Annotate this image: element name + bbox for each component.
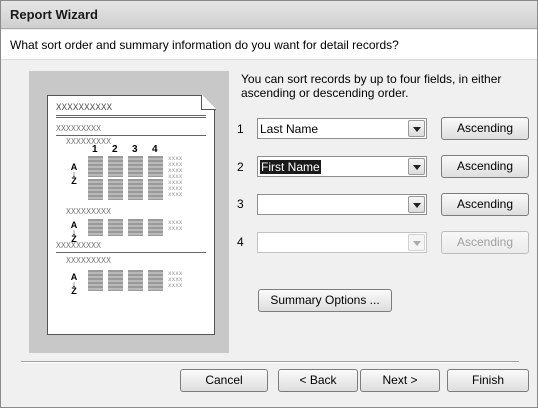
summary-options-button[interactable]: Summary Options ... [258, 289, 392, 312]
sort-row-number-3: 3 [237, 197, 244, 211]
preview-column-block [128, 156, 143, 177]
preview-summary-text: xxxx xxxx xxxx [168, 270, 183, 289]
preview-column-block [128, 179, 143, 200]
sort-row-number-4: 4 [237, 235, 244, 249]
preview-field-number-3: 3 [132, 144, 138, 155]
chevron-down-icon[interactable] [408, 158, 425, 175]
preview-column-block [108, 219, 123, 236]
chevron-down-icon[interactable] [408, 120, 425, 137]
window-title: Report Wizard [10, 7, 98, 22]
preview-column-block [88, 156, 103, 177]
preview-field-number-2: 2 [112, 144, 118, 155]
cancel-button[interactable]: Cancel [180, 369, 268, 392]
sort-field-combo-1[interactable]: Last Name [257, 118, 427, 139]
sort-row-number-1: 1 [237, 122, 244, 136]
preview-column-block [88, 219, 103, 236]
sort-glyph-a: A [70, 220, 78, 230]
preview-column-block [108, 179, 123, 200]
preview-group-rule-2 [56, 252, 206, 253]
sort-az-icon: A ↓ Z [70, 272, 78, 296]
footer-separator [21, 361, 519, 363]
chevron-down-icon[interactable] [408, 196, 425, 213]
sort-glyph-a: A [70, 272, 78, 282]
preview-field-number-1: 1 [92, 144, 98, 155]
sort-glyph-a: A [70, 162, 78, 172]
sort-glyph-z: Z [71, 286, 77, 296]
page-fold-icon [201, 95, 216, 110]
preview-subgroup-placeholder-2: XXXXXXXXX [66, 207, 112, 216]
chevron-down-icon[interactable] [408, 234, 425, 251]
preview-column-block [88, 179, 103, 200]
next-button[interactable]: Next > [360, 369, 440, 392]
preview-column-block [148, 219, 163, 236]
sort-order-button-1[interactable]: Ascending [441, 117, 529, 140]
report-wizard-dialog: Report Wizard What sort order and summar… [0, 0, 538, 408]
preview-summary-text: xxxx xxxx [168, 219, 183, 232]
header-question: What sort order and summary information … [10, 38, 399, 52]
sort-glyph-z: Z [71, 176, 77, 186]
sort-az-icon: A ↓ Z [70, 162, 78, 186]
preview-column-block [148, 179, 163, 200]
preview-subgroup-placeholder-3: XXXXXXXXX [66, 256, 112, 265]
sort-field-value-2: First Name [260, 160, 321, 174]
preview-group-rule-1 [56, 135, 206, 136]
preview-column-block [108, 270, 123, 291]
sort-order-button-3[interactable]: Ascending [441, 193, 529, 216]
sort-az-icon: A ↓ Z [70, 220, 78, 244]
preview-subgroup-placeholder-1: XXXXXXXXX [66, 137, 112, 146]
preview-column-block [148, 270, 163, 291]
preview-column-block [88, 270, 103, 291]
preview-field-number-4: 4 [152, 144, 158, 155]
preview-title-rule [56, 115, 206, 118]
sort-order-button-2[interactable]: Ascending [441, 155, 529, 178]
preview-column-block [128, 270, 143, 291]
preview-column-block [148, 156, 163, 177]
back-button[interactable]: < Back [278, 369, 358, 392]
preview-group-placeholder-2: XXXXXXXXX [56, 241, 102, 250]
sort-field-value-1: Last Name [260, 122, 319, 136]
report-preview-page: XXXXXXXXXX XXXXXXXXX XXXXXXXXX 1 2 3 4 A… [47, 95, 216, 335]
preview-column-block [128, 219, 143, 236]
title-bar[interactable]: Report Wizard [1, 1, 537, 29]
preview-group-placeholder-1: XXXXXXXXX [56, 124, 102, 133]
preview-column-block [108, 156, 123, 177]
sort-row-number-2: 2 [237, 160, 244, 174]
sort-instructions: You can sort records by up to four field… [241, 72, 502, 100]
header-panel: What sort order and summary information … [1, 30, 537, 60]
sort-order-button-4[interactable]: Ascending [441, 231, 529, 254]
sort-field-combo-2[interactable]: First Name [257, 156, 427, 177]
sort-field-combo-4[interactable] [257, 232, 427, 253]
report-preview-panel: XXXXXXXXXX XXXXXXXXX XXXXXXXXX 1 2 3 4 A… [29, 71, 229, 353]
sort-field-combo-3[interactable] [257, 194, 427, 215]
preview-summary-text: xxxx xxxx xxxx xxxx xxxx xxxx xxxx [168, 155, 183, 198]
finish-button[interactable]: Finish [447, 369, 529, 392]
preview-title-placeholder: XXXXXXXXXX [56, 103, 113, 113]
